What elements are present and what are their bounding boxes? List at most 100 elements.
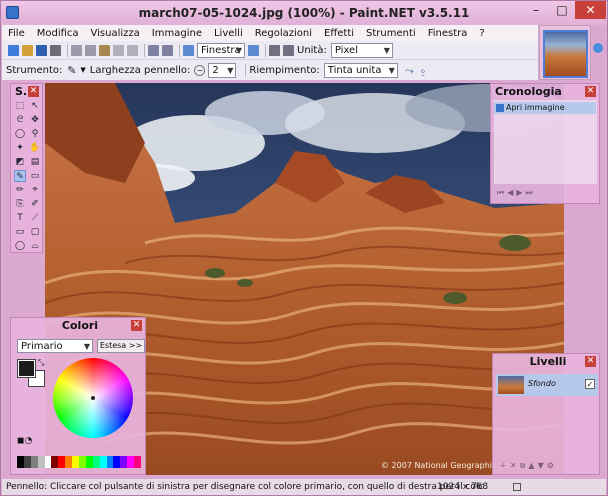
image-thumbnail[interactable] bbox=[543, 30, 588, 78]
colors-panel-close-icon[interactable]: ✕ bbox=[131, 320, 142, 331]
palette-swatch[interactable] bbox=[72, 456, 80, 468]
open-icon[interactable] bbox=[22, 44, 33, 56]
layers-panel-close-icon[interactable]: ✕ bbox=[585, 356, 596, 367]
ellipse-select-tool-icon[interactable]: ◯ bbox=[14, 128, 26, 140]
menu-finestra[interactable]: Finestra bbox=[428, 28, 468, 39]
freeform-tool-icon[interactable]: ⌓ bbox=[29, 240, 41, 252]
move-selected-tool-icon[interactable]: ✥ bbox=[29, 114, 41, 126]
tools-panel-title[interactable]: S.. ✕ bbox=[11, 84, 42, 99]
chevron-down-icon[interactable]: ▼ bbox=[80, 66, 85, 74]
redo-icon[interactable] bbox=[162, 44, 173, 56]
primary-color-swatch[interactable] bbox=[17, 359, 36, 378]
brush-width-combo[interactable]: 2 ▼ bbox=[208, 62, 237, 78]
menu-regolazioni[interactable]: Regolazioni bbox=[255, 28, 312, 39]
layers-controls[interactable]: ＋✕⧉▲▼⚙ bbox=[499, 460, 557, 471]
menu-help[interactable]: ? bbox=[479, 28, 484, 39]
units-combo[interactable]: Pixel ▼ bbox=[330, 42, 393, 58]
palette-swatch[interactable] bbox=[30, 456, 38, 468]
palette-swatch[interactable] bbox=[134, 456, 142, 468]
history-panel: Cronologia ✕ Apri immagine ⏮◀▶⏭ bbox=[490, 83, 600, 204]
deselect-icon[interactable] bbox=[127, 44, 138, 56]
print-icon[interactable] bbox=[50, 44, 61, 56]
maximize-button[interactable]: □ bbox=[549, 1, 575, 19]
cut-icon[interactable] bbox=[71, 44, 82, 56]
layer-visibility-checkbox[interactable]: ✓ bbox=[585, 379, 595, 389]
line-tool-icon[interactable]: ⟋ bbox=[29, 212, 41, 224]
blend-mode-icon[interactable]: ⍚ bbox=[418, 65, 429, 76]
menu-visualizza[interactable]: Visualizza bbox=[91, 28, 140, 39]
paintbrush-icon[interactable]: ✎ bbox=[66, 65, 77, 76]
palette-swatch[interactable] bbox=[65, 456, 73, 468]
open-image-icon bbox=[496, 104, 504, 112]
rounded-rect-tool-icon[interactable]: ▢ bbox=[29, 226, 41, 238]
ruler-icon[interactable] bbox=[283, 44, 294, 56]
palette-swatch[interactable] bbox=[127, 456, 135, 468]
menu-livelli[interactable]: Livelli bbox=[214, 28, 243, 39]
decrease-width-icon[interactable]: − bbox=[194, 64, 206, 76]
copy-icon[interactable] bbox=[85, 44, 96, 56]
rectangle-select-tool-icon[interactable]: ⬚ bbox=[14, 100, 26, 112]
palette-swatch[interactable] bbox=[23, 456, 31, 468]
pan-tool-icon[interactable]: ✋ bbox=[29, 142, 41, 154]
expand-colors-button[interactable]: Estesa >> bbox=[97, 339, 145, 353]
new-icon[interactable] bbox=[8, 44, 19, 56]
ellipse-tool-icon[interactable]: ◯ bbox=[14, 240, 26, 252]
palette-swatch[interactable] bbox=[37, 456, 45, 468]
recolor-tool-icon[interactable]: ✐ bbox=[29, 198, 41, 210]
swap-colors-icon[interactable]: ⤡ bbox=[38, 358, 44, 368]
palette-swatch[interactable] bbox=[92, 456, 100, 468]
bucket-tool-icon[interactable]: ◩ bbox=[14, 156, 26, 168]
menu-file[interactable]: File bbox=[8, 28, 25, 39]
history-panel-close-icon[interactable]: ✕ bbox=[585, 86, 596, 97]
minimize-button[interactable]: – bbox=[523, 1, 549, 19]
reset-colors-icon[interactable]: ◼◔ bbox=[17, 436, 32, 446]
gradient-tool-icon[interactable]: ▤ bbox=[29, 156, 41, 168]
palette-swatch[interactable] bbox=[99, 456, 107, 468]
grid-icon[interactable] bbox=[269, 44, 280, 56]
menu-modifica[interactable]: Modifica bbox=[37, 28, 79, 39]
palette-swatch[interactable] bbox=[44, 456, 52, 468]
color-picker-tool-icon[interactable]: ⌖ bbox=[29, 184, 41, 196]
undo-icon[interactable] bbox=[148, 44, 159, 56]
save-icon[interactable] bbox=[36, 44, 47, 56]
palette-swatch[interactable] bbox=[17, 456, 24, 468]
move-selection-tool-icon[interactable]: ↖ bbox=[29, 100, 41, 112]
history-item[interactable]: Apri immagine bbox=[494, 102, 596, 114]
magic-wand-tool-icon[interactable]: ✦ bbox=[14, 142, 26, 154]
text-tool-icon[interactable]: T bbox=[14, 212, 26, 224]
layer-row[interactable]: Sfondo ✓ bbox=[496, 374, 598, 396]
palette-swatch[interactable] bbox=[79, 456, 86, 468]
zoom-tool-icon[interactable]: ⚲ bbox=[29, 128, 41, 140]
colors-panel-title[interactable]: Colori ✕ bbox=[11, 318, 145, 333]
crop-icon[interactable] bbox=[113, 44, 124, 56]
palette-swatch[interactable] bbox=[106, 456, 114, 468]
tools-panel-close-icon[interactable]: ✕ bbox=[28, 86, 39, 97]
palette-swatch[interactable] bbox=[120, 456, 128, 468]
menu-immagine[interactable]: Immagine bbox=[152, 28, 202, 39]
menu-effetti[interactable]: Effetti bbox=[324, 28, 354, 39]
close-window-button[interactable]: ✕ bbox=[575, 1, 606, 19]
menu-strumenti[interactable]: Strumenti bbox=[366, 28, 416, 39]
rectangle-tool-icon[interactable]: ▭ bbox=[14, 226, 26, 238]
palette-swatch[interactable] bbox=[51, 456, 59, 468]
pencil-tool-icon[interactable]: ✏ bbox=[14, 184, 26, 196]
eraser-tool-icon[interactable]: ▭ bbox=[29, 170, 41, 182]
paste-icon[interactable] bbox=[99, 44, 110, 56]
lasso-select-tool-icon[interactable]: ᘓ bbox=[14, 114, 26, 126]
zoom-combo[interactable]: Finestra ▼ bbox=[197, 42, 245, 58]
zoom-out-icon[interactable] bbox=[183, 44, 194, 56]
color-mode-select[interactable]: Primario ▼ bbox=[17, 339, 93, 353]
palette-swatch[interactable] bbox=[113, 456, 121, 468]
palette-swatch[interactable] bbox=[85, 456, 93, 468]
palette-swatch[interactable] bbox=[58, 456, 66, 468]
history-panel-title[interactable]: Cronologia ✕ bbox=[491, 84, 599, 99]
paintbrush-tool-icon[interactable]: ✎ bbox=[14, 170, 26, 182]
title-bar[interactable]: march07-05-1024.jpg (100%) - Paint.NET v… bbox=[1, 1, 607, 25]
antialiasing-icon[interactable]: ⤳ bbox=[404, 65, 415, 76]
fill-combo[interactable]: Tinta unita ▼ bbox=[323, 62, 398, 78]
clone-stamp-tool-icon[interactable]: ⎘ bbox=[14, 198, 26, 210]
history-controls[interactable]: ⏮◀▶⏭ bbox=[497, 188, 536, 198]
zoom-in-icon[interactable] bbox=[248, 44, 259, 56]
thumbnail-scroll-icon[interactable] bbox=[593, 43, 603, 53]
layers-panel-title[interactable]: Livelli ✕ bbox=[493, 354, 599, 369]
